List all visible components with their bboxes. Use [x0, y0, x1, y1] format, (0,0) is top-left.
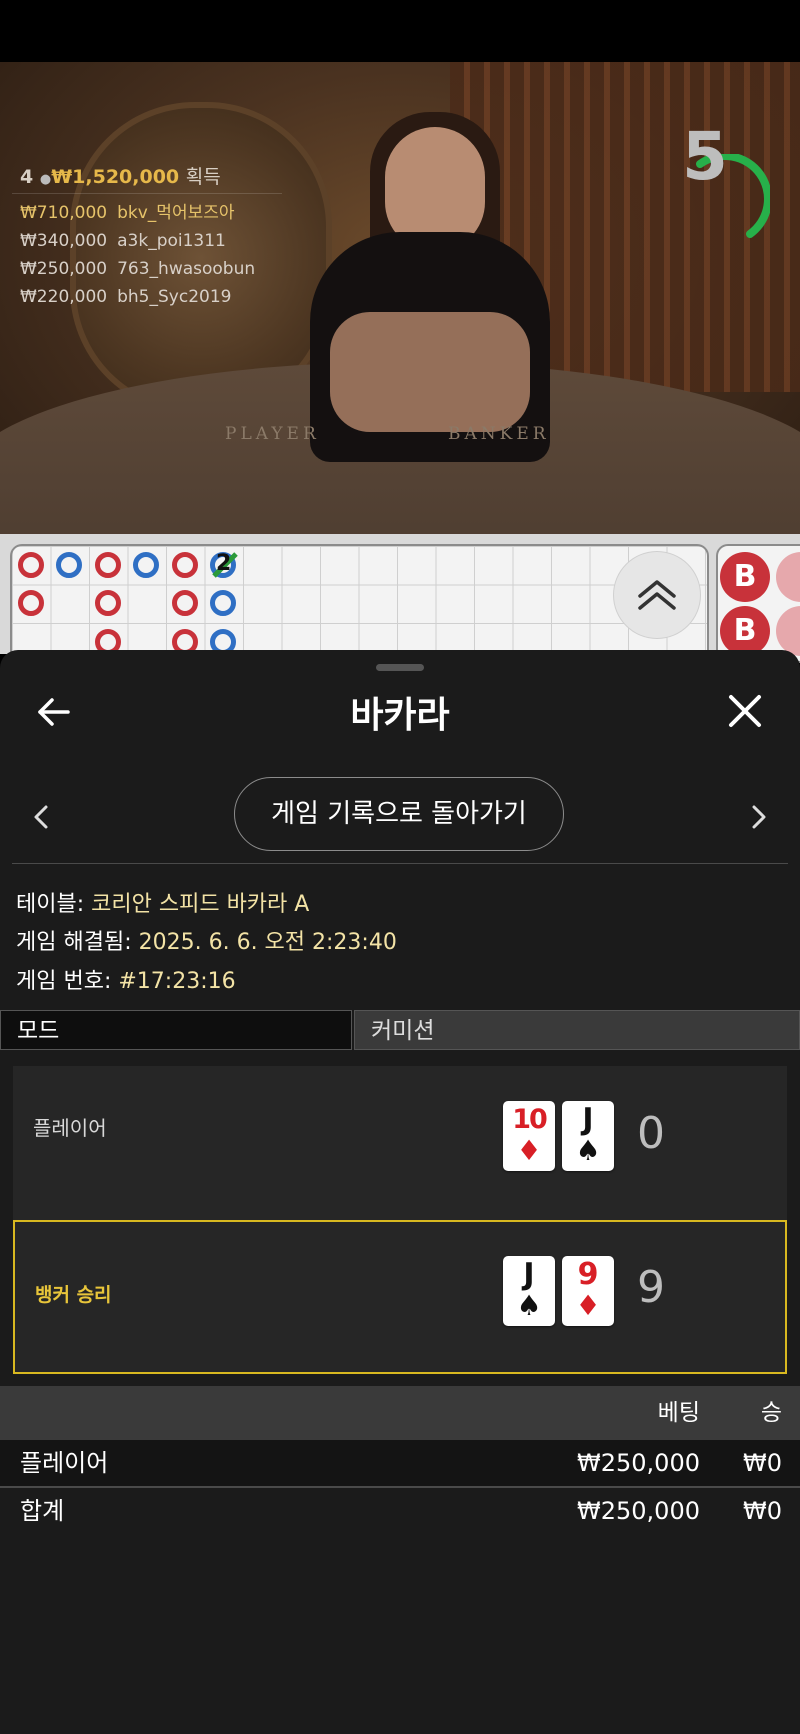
mode-value: 커미션	[354, 1010, 800, 1050]
divider	[12, 863, 788, 864]
card-rank: J	[523, 1257, 535, 1292]
resolved-value: 2025. 6. 6. 오전 2:23:40	[138, 930, 397, 955]
countdown-timer: 5	[682, 118, 728, 195]
leaderboard-user: bh5_Syc2019	[117, 287, 232, 307]
bead-banker: B	[720, 552, 770, 602]
bet-row: 플레이어 ₩250,000 ₩0	[0, 1440, 800, 1486]
big-eye-road[interactable]: B B	[716, 544, 800, 663]
double-chevron-up-icon	[638, 580, 676, 610]
resolved-info: 게임 해결됨: 2025. 6. 6. 오전 2:23:40	[16, 924, 397, 956]
win-column-header: 승	[760, 1400, 782, 1426]
player-score: 0	[637, 1108, 665, 1159]
bets-header: 베팅 승	[0, 1386, 800, 1440]
banker-win-label: 뱅커 승리	[35, 1284, 112, 1306]
person-icon: ●	[39, 172, 52, 187]
bead-blue	[133, 552, 159, 578]
leaderboard-amount: ₩710,000	[20, 203, 108, 223]
total-row: 합계 ₩250,000 ₩0	[0, 1488, 800, 1534]
mode-row: 모드 커미션	[0, 1010, 800, 1052]
resolved-label: 게임 해결됨:	[16, 930, 132, 955]
leaderboard-row: ₩250,000 763_hwasoobun	[12, 255, 282, 283]
bead-red	[95, 552, 121, 578]
drag-handle[interactable]	[376, 664, 424, 671]
bead-banker-partial	[776, 606, 800, 656]
close-icon[interactable]	[726, 692, 764, 730]
bead-road[interactable]: 2	[10, 544, 709, 663]
spade-icon: ♠	[575, 1134, 601, 1167]
bet-column-header: 베팅	[657, 1400, 700, 1426]
tie-count: 2	[216, 551, 232, 576]
felt-banker-label: BANKER	[448, 424, 550, 444]
banker-result: 뱅커 승리 J ♠ 9 ♦ 9	[13, 1220, 787, 1374]
bet-name: 플레이어	[20, 1449, 109, 1477]
winner-count: 4	[20, 166, 34, 188]
bead-blue	[56, 552, 82, 578]
total-won-amount: ₩1,520,000	[51, 166, 180, 188]
leaderboard-amount: ₩250,000	[20, 259, 108, 279]
bead-red	[95, 590, 121, 616]
bead-red	[172, 552, 198, 578]
spade-icon: ♠	[516, 1289, 542, 1322]
felt-player-label: PLAYER	[225, 424, 320, 444]
bead-banker: B	[720, 606, 770, 656]
back-to-history-button[interactable]: 게임 기록으로 돌아가기	[234, 777, 564, 851]
game-number-label: 게임 번호:	[16, 969, 112, 994]
diamond-icon: ♦	[516, 1134, 542, 1167]
leaderboard-user: a3k_poi1311	[117, 231, 226, 251]
banker-score: 9	[637, 1262, 665, 1313]
card-rank: 10	[512, 1104, 548, 1135]
leaderboard-row: ₩710,000 bkv_먹어보즈아	[12, 194, 282, 227]
game-number-value: #17:23:16	[118, 969, 236, 994]
live-video: PLAYER BANKER 4 ●₩1,520,000 획득 ₩710,000 b…	[0, 62, 800, 534]
leaderboard-amount: ₩220,000	[20, 287, 108, 307]
leaderboard-row: ₩220,000 bh5_Syc2019	[12, 283, 282, 311]
bead-red	[18, 552, 44, 578]
bet-amount: ₩250,000	[577, 1449, 700, 1477]
playing-card: J ♠	[562, 1101, 614, 1171]
chevron-right-icon[interactable]	[746, 802, 770, 832]
total-win-amount: ₩0	[743, 1497, 782, 1525]
player-label: 플레이어	[33, 1116, 107, 1140]
total-bet-amount: ₩250,000	[577, 1497, 700, 1525]
table-value: 코리안 스피드 바카라 A	[91, 892, 310, 917]
bead-blue	[210, 590, 236, 616]
player-result: 플레이어 10 ♦ J ♠ 0	[13, 1066, 787, 1220]
table-info: 테이블: 코리안 스피드 바카라 A	[16, 886, 309, 918]
diamond-icon: ♦	[575, 1289, 601, 1322]
card-rank: 9	[577, 1257, 599, 1292]
playing-card: 9 ♦	[562, 1256, 614, 1326]
winners-leaderboard: 4 ●₩1,520,000 획득 ₩710,000 bkv_먹어보즈아 ₩340,…	[12, 154, 282, 311]
bead-red	[172, 590, 198, 616]
expand-roadmap-button[interactable]	[614, 552, 700, 638]
table-label: 테이블:	[16, 892, 85, 917]
leaderboard-user: 763_hwasoobun	[117, 259, 256, 279]
game-number-info: 게임 번호: #17:23:16	[16, 963, 236, 995]
mode-label: 모드	[0, 1010, 352, 1050]
win-amount: ₩0	[743, 1449, 782, 1477]
won-label: 획득	[185, 166, 221, 188]
playing-card: J ♠	[503, 1256, 555, 1326]
card-rank: J	[582, 1102, 594, 1137]
leaderboard-amount: ₩340,000	[20, 231, 108, 251]
bead-banker-partial	[776, 552, 800, 602]
leaderboard-header: 4 ●₩1,520,000 획득	[12, 154, 282, 194]
dealer-arms	[330, 312, 530, 432]
game-detail-sheet: 바카라 게임 기록으로 돌아가기 테이블: 코리안 스피드 바카라 A 게임 해…	[0, 650, 800, 1734]
bead-red	[18, 590, 44, 616]
sheet-title: 바카라	[350, 695, 450, 736]
total-label: 합계	[20, 1497, 65, 1525]
chevron-left-icon[interactable]	[30, 802, 54, 832]
playing-card: 10 ♦	[503, 1101, 555, 1171]
leaderboard-user: bkv_먹어보즈아	[117, 203, 235, 223]
leaderboard-row: ₩340,000 a3k_poi1311	[12, 227, 282, 255]
status-bar	[0, 0, 800, 62]
